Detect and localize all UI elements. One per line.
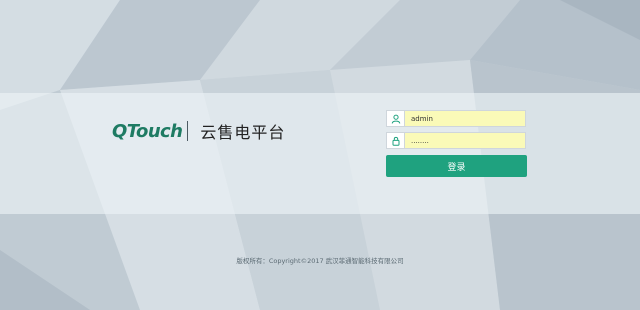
brand: QTouch 云售电平台 bbox=[112, 118, 285, 144]
login-band bbox=[0, 93, 640, 214]
brand-divider bbox=[187, 121, 189, 141]
qtouch-logo: QTouch bbox=[112, 120, 183, 142]
login-button[interactable]: 登录 bbox=[386, 155, 527, 177]
user-icon bbox=[387, 111, 405, 126]
lock-icon bbox=[387, 133, 405, 148]
username-input[interactable] bbox=[405, 111, 525, 126]
username-field[interactable] bbox=[386, 110, 526, 127]
password-field[interactable] bbox=[386, 132, 526, 149]
copyright-footer: 版权所有：Copyright©2017 武汉菲通智能科技有限公司 bbox=[236, 257, 404, 265]
platform-title: 云售电平台 bbox=[200, 123, 286, 142]
password-input[interactable] bbox=[405, 133, 525, 148]
